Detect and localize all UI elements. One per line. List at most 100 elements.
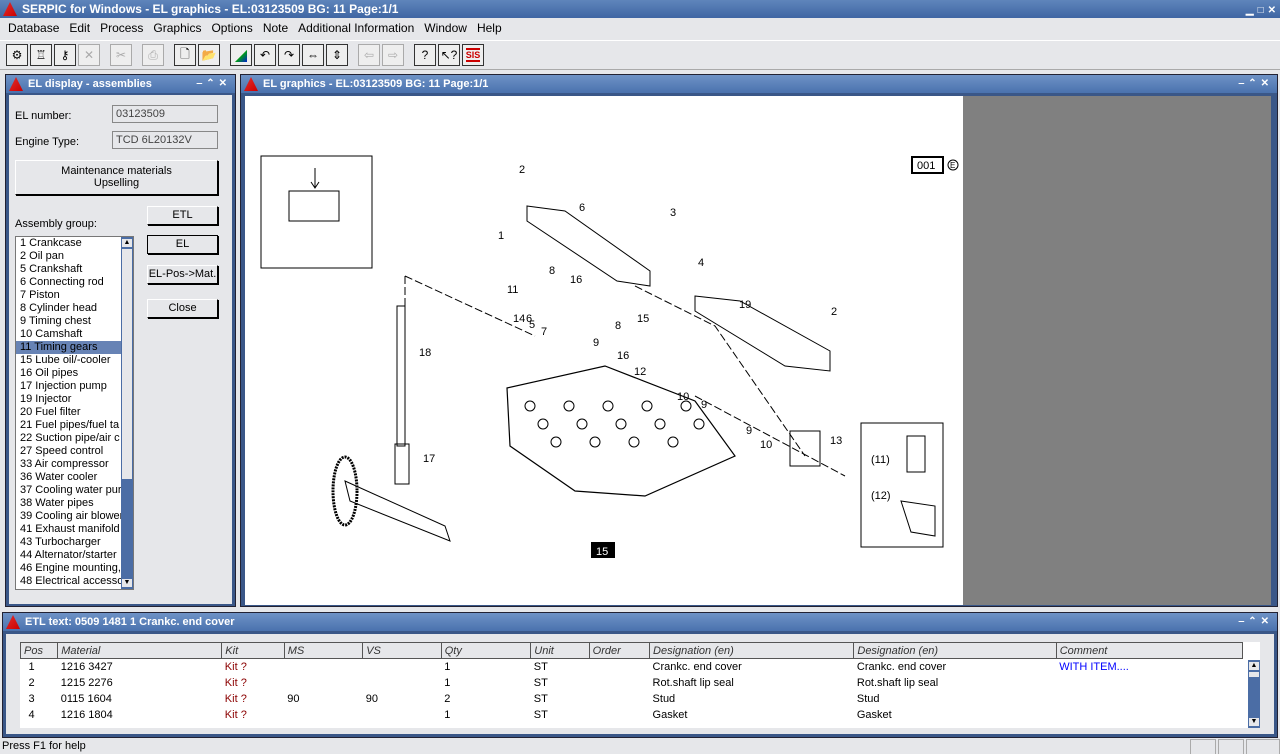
etl-table[interactable]: Pos Material Kit MS VS Qty Unit Order Designatio…	[20, 642, 1260, 728]
etl-scroll-down-icon[interactable]: ▼	[1249, 718, 1259, 726]
assembly-group-item[interactable]: 16 Oil pipes	[16, 367, 121, 380]
assembly-group-item[interactable]: 44 Alternator/starter	[16, 549, 121, 562]
assembly-group-item[interactable]: 19 Injector	[16, 393, 121, 406]
column-header[interactable]: VS	[362, 642, 442, 659]
column-header[interactable]: Unit	[530, 642, 590, 659]
assembly-group-item[interactable]: 6 Connecting rod	[16, 276, 121, 289]
assembly-group-item[interactable]: 36 Water cooler	[16, 471, 121, 484]
column-header[interactable]: Designation (en)	[853, 642, 1057, 659]
etl-scroll-up-icon[interactable]: ▲	[1249, 662, 1259, 670]
new-document-button[interactable]: 🗋	[174, 44, 196, 66]
assembly-group-item[interactable]: 9 Timing chest	[16, 315, 121, 328]
el-number-field[interactable]: 03123509	[112, 105, 218, 123]
panel-window-controls[interactable]: ‒⌃✕	[197, 75, 231, 93]
graphics-canvas[interactable]: 2 6 3 1 4 11 14 6 8 16 7 5 9 8 15 19 2 16 12 18 10 9 9 10 13 17 (1…	[245, 96, 1271, 605]
graphics-window-controls[interactable]: ‒⌃✕	[1239, 75, 1273, 93]
el-pos-mat-button[interactable]: EL-Pos->Mat.	[147, 265, 218, 284]
assembly-group-item[interactable]: 43 Turbocharger	[16, 536, 121, 549]
engine-type-field[interactable]: TCD 6L20132V	[112, 131, 218, 149]
callout-label: 11	[507, 284, 518, 296]
redo-button[interactable]: ↷	[278, 44, 300, 66]
context-help-button[interactable]: ↖?	[438, 44, 460, 66]
menu-process[interactable]: Process	[96, 21, 149, 35]
back-arrow-button[interactable]: ⇦	[358, 44, 380, 66]
assembly-group-item[interactable]: 33 Air compressor	[16, 458, 121, 471]
exploded-view-drawing[interactable]: 26 3141114 6816759815192161218109910 1317 (1…	[245, 96, 963, 605]
wrench-button[interactable]: ⚷	[54, 44, 76, 66]
assembly-group-item[interactable]: 5 Crankshaft	[16, 263, 121, 276]
sis-button[interactable]: SIS	[462, 44, 484, 66]
etl-window-controls[interactable]: ‒⌃✕	[1239, 613, 1273, 631]
assembly-group-item[interactable]: 39 Cooling air blower	[16, 510, 121, 523]
print-button[interactable]: ⎙	[142, 44, 164, 66]
fit-width-button[interactable]: ⇔	[302, 44, 324, 66]
fit-width-icon: ⇔	[307, 48, 319, 62]
piston-button[interactable]: ♖	[30, 44, 52, 66]
close-panel-button[interactable]: Close	[147, 299, 218, 318]
close-button[interactable]: ✕	[78, 44, 100, 66]
etl-button[interactable]: ETL	[147, 206, 218, 225]
assembly-group-item[interactable]: 20 Fuel filter	[16, 406, 121, 419]
forward-arrow-button[interactable]: ⇨	[382, 44, 404, 66]
callout-label: 9	[701, 399, 707, 411]
assembly-group-item[interactable]: 27 Speed control	[16, 445, 121, 458]
table-row[interactable]: 2 1215 2276 Kit ? 1 ST Rot.shaft lip seal Rot.…	[21, 675, 1243, 691]
assembly-group-item[interactable]: 21 Fuel pipes/fuel ta	[16, 419, 121, 432]
assembly-group-item[interactable]: 2 Oil pan	[16, 250, 121, 263]
assembly-group-item[interactable]: 7 Piston	[16, 289, 121, 302]
assembly-group-item[interactable]: 46 Engine mounting,	[16, 562, 121, 575]
menu-options[interactable]: Options	[207, 21, 258, 35]
assembly-group-item[interactable]: 10 Camshaft	[16, 328, 121, 341]
cell-kit: Kit ?	[224, 676, 247, 689]
assembly-group-item[interactable]: 15 Lube oil/-cooler	[16, 354, 121, 367]
print-icon: ⎙	[148, 47, 158, 62]
menu-additional-information[interactable]: Additional Information	[294, 21, 420, 35]
assembly-group-item[interactable]: 37 Cooling water pur	[16, 484, 121, 497]
column-header[interactable]: Order	[588, 642, 651, 659]
el-button[interactable]: EL	[147, 235, 218, 254]
column-header[interactable]: MS	[283, 642, 364, 659]
help-button[interactable]: ?	[414, 44, 436, 66]
assembly-group-list[interactable]: 1 Crankcase 2 Oil pan 5 Crankshaft 6 Connec…	[15, 236, 134, 590]
table-row[interactable]: 1 1216 3427 Kit ? 1 ST Crankc. end cover Crank…	[21, 659, 1243, 675]
fit-height-button[interactable]: ⇕	[326, 44, 348, 66]
scroll-thumb[interactable]	[122, 249, 132, 479]
rainbow-button[interactable]: ◢	[230, 44, 252, 66]
column-header[interactable]: Material	[57, 642, 223, 659]
maintenance-materials-button[interactable]: Maintenance materials Upselling	[15, 160, 218, 195]
cell-kit: Kit ?	[224, 692, 247, 705]
menu-note[interactable]: Note	[259, 21, 294, 35]
scroll-down-arrow-icon[interactable]: ▼	[122, 579, 132, 587]
menu-database[interactable]: Database	[4, 21, 65, 35]
assembly-group-item[interactable]: 1 Crankcase	[16, 237, 121, 250]
arrow-down-icon	[310, 168, 320, 189]
engine-button[interactable]: ⚙	[6, 44, 28, 66]
etl-scrollbar[interactable]: ▲ ▼	[1248, 660, 1260, 728]
column-header[interactable]: Designation (en)	[649, 642, 855, 659]
cut-button[interactable]: ✂	[110, 44, 132, 66]
column-header[interactable]: Pos	[20, 642, 59, 659]
assembly-group-item[interactable]: 48 Electrical accesso	[16, 575, 121, 588]
assembly-group-item[interactable]: 22 Suction pipe/air c	[16, 432, 121, 445]
menu-help[interactable]: Help	[473, 21, 508, 35]
column-header[interactable]: Qty	[440, 642, 532, 659]
cell-comment	[1056, 707, 1242, 723]
menu-window[interactable]: Window	[420, 21, 473, 35]
assembly-group-item[interactable]: 17 Injection pump	[16, 380, 121, 393]
assembly-group-item[interactable]: 8 Cylinder head	[16, 302, 121, 315]
column-header[interactable]: Comment	[1055, 642, 1244, 659]
scroll-up-arrow-icon[interactable]: ▲	[122, 239, 132, 247]
menu-edit[interactable]: Edit	[65, 21, 96, 35]
open-folder-button[interactable]: 📂	[198, 44, 220, 66]
assembly-group-item[interactable]: 41 Exhaust manifold	[16, 523, 121, 536]
menu-graphics[interactable]: Graphics	[149, 21, 207, 35]
assembly-group-item[interactable]: 38 Water pipes	[16, 497, 121, 510]
status-pane-3	[1246, 739, 1280, 754]
table-row[interactable]: 4 1216 1804 Kit ? 1 ST Gasket Gasket	[21, 707, 1243, 723]
list-scrollbar[interactable]: ▲ ▼	[121, 237, 133, 589]
table-row[interactable]: 3 0115 1604 Kit ? 90 90 2 ST Stud Stud	[21, 691, 1243, 707]
column-header[interactable]: Kit	[221, 642, 285, 659]
undo-button[interactable]: ↶	[254, 44, 276, 66]
assembly-group-item[interactable]: 11 Timing gears	[16, 341, 121, 354]
etl-scroll-thumb[interactable]	[1249, 672, 1259, 677]
